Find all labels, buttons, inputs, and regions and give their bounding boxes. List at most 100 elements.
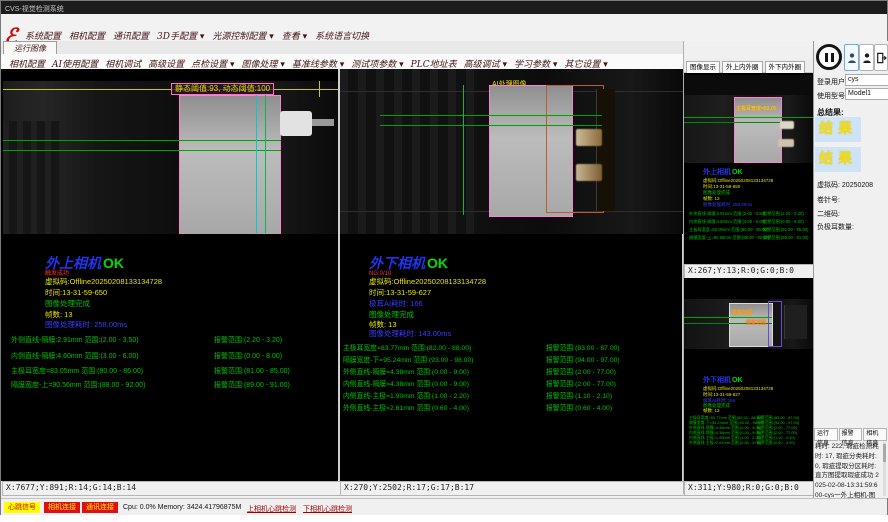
- left-camera-pixel-status: X:7677;Y:891;R:14;G:14;B:14: [2, 481, 341, 496]
- mini-measurement: 内侧直线-隔膜:4.60mm 范围:(3.00 - 6.00): [689, 220, 765, 224]
- process-done-label: 图像处理完成: [369, 311, 414, 319]
- virtual-code-label: 虚拟码: 20250208: [817, 180, 873, 190]
- camera-link-badge: 相机连接: [44, 502, 80, 513]
- measurement-text: 隔膜宽度-上=90.56mm 范围:(88.00 - 92.00): [11, 382, 145, 389]
- measurement-text: 主极耳宽度=83.77mm 范围:(82.00 - 88.00): [343, 346, 471, 353]
- cpu-memory-readout: Cpu: 0.0% Memory: 3424.41796875M: [123, 504, 241, 511]
- login-user-label: 登录用户:: [817, 77, 847, 87]
- measurement-text: 主极耳宽度=83.05mm 范围:(80.00 - 86.00): [11, 368, 143, 375]
- log-scrollbar-thumb[interactable]: [883, 444, 886, 462]
- machine-background: [684, 75, 813, 95]
- ai-time: 极耳AI耗时: 166: [369, 300, 423, 308]
- exit-door-icon: [876, 52, 887, 64]
- measurement-text: 内侧直线-隔膜=4.38mm 范围:(0.00 - 9.00): [343, 382, 469, 389]
- needle-number-label: 卷针号:: [817, 195, 840, 205]
- measurement-alarm: 报警范围:(83.00 - 87.00): [546, 346, 620, 353]
- process-time: 图像处理耗时: 143.00ms: [369, 330, 451, 338]
- measurement-text: 外侧直线-主极=2.61mm 范围:(0.60 - 4.00): [343, 406, 469, 413]
- machine-background: [340, 69, 480, 234]
- baseline: [684, 317, 772, 318]
- lower-camera-heartbeat-link[interactable]: 下相机心跳检测: [303, 504, 352, 514]
- status-bar: 心跳信号 相机连接 通讯连接 Cpu: 0.0% Memory: 3424.41…: [1, 498, 887, 515]
- mini-barcode: 虚拟码:Offline20250208133134728: [703, 179, 773, 184]
- capture-time: 时间:13-31-59-627: [369, 289, 431, 297]
- virtual-barcode: 虚拟码:Offline20250208133134728: [369, 278, 486, 286]
- tab-run-info[interactable]: 运行信息: [814, 428, 838, 441]
- measurement-alarm: 报警范围:(0.60 - 4.00): [546, 406, 612, 413]
- detect-roi-purple: [768, 301, 782, 347]
- measurement-alarm: 报警范围:(2.20 - 3.20): [214, 337, 282, 344]
- tab-run-image[interactable]: 运行图像: [3, 41, 57, 55]
- small-view-top-image[interactable]: 主极耳宽度=83.05: [684, 75, 813, 163]
- small-bottom-pixel-status: X:311;Y:980;R:0;G:0;B:0: [684, 481, 816, 496]
- camera-title: 外上相机OK: [45, 256, 124, 271]
- baseline-upper: [3, 140, 281, 141]
- measurement-text: 外侧直线-隔膜=4.38mm 范围:(0.00 - 9.00): [343, 370, 469, 377]
- result-ok-label: OK: [103, 255, 124, 271]
- result-box-upper: 结果: [815, 117, 861, 142]
- mini-measurement: 外侧直线-隔膜:2.91mm 范围:(2.00 - 3.50): [689, 212, 765, 216]
- gripper-arm: [312, 119, 334, 126]
- dark-component: [596, 89, 615, 211]
- measurement-text: 外侧直线-隔膜:2.91mm 范围:(2.00 - 3.50): [11, 337, 139, 344]
- camera-name: 外上相机: [45, 256, 101, 272]
- mini-measurement: 隔膜宽度-上=90.56mm 范围:(88.00 - 92.00): [689, 236, 769, 240]
- baseline-lower: [380, 125, 602, 126]
- mini-frames: 帧数: 13: [703, 197, 720, 202]
- mini-alarm-label: 报警范围: [732, 311, 752, 316]
- pause-button[interactable]: [816, 44, 842, 70]
- user-manage-button[interactable]: [859, 44, 874, 71]
- mini-measurement: 主极耳宽度=83.05mm 范围:(80.00 - 86.00): [689, 228, 768, 232]
- process-done-label: 图像处理完成: [45, 300, 90, 308]
- menu-bar: ℰ 系统配置 相机配置 通讯配置 3D手配置 ▾ 光源控制配置 ▾ 查看 ▾ 系…: [1, 14, 887, 42]
- upper-outer-camera-image[interactable]: 静态阈值:93, 动态阈值:100: [3, 81, 338, 234]
- login-user-icon: [847, 52, 857, 64]
- baseline: [684, 117, 813, 118]
- mini-frames: 帧数: 13: [703, 409, 720, 414]
- baseline-lower: [3, 150, 281, 151]
- edge-detect-line: [256, 95, 257, 233]
- virtual-barcode: 虚拟码:Offline20250208133134728: [45, 278, 162, 286]
- measurement-alarm: 报警范围:(0.00 - 8.00): [214, 353, 282, 360]
- login-user-button[interactable]: [844, 44, 859, 71]
- exit-button[interactable]: [874, 44, 888, 71]
- log-scrollbar[interactable]: [883, 442, 886, 496]
- small-view-tabs: 图像显示 外上内外圈 外下内外圈: [684, 59, 813, 73]
- measurement-alarm: 报警范围:(2.00 - 77.00): [546, 370, 616, 377]
- mini-alarm-label: 报警范围: [746, 321, 766, 326]
- camera-name: 外下相机: [369, 256, 425, 272]
- middle-camera-pixel-status: X:270;Y:2502;R:17;G:17;B:17: [340, 481, 686, 496]
- result-ok-label: OK: [427, 255, 448, 271]
- mini-measurement: 外侧直线-主极=2.61mm 范围:(0.60 - 4.00): [689, 441, 761, 445]
- mini-barcode: 虚拟码:Offline20250208133134728: [703, 387, 773, 392]
- measurement-alarm: 报警范围:(81.00 - 85.00): [214, 368, 290, 375]
- small-view-bottom-image[interactable]: 报警范围 报警范围: [684, 299, 813, 349]
- capture-time: 时间:13-31-59-650: [45, 289, 107, 297]
- upper-camera-heartbeat-link[interactable]: 上相机心跳检测: [247, 504, 296, 514]
- measurement-alarm: 报警范围:(2.00 - 77.00): [546, 382, 616, 389]
- edge-detect-line: [463, 85, 464, 215]
- tab-camera-info[interactable]: 相机信息: [863, 428, 887, 441]
- tab-alarm-info[interactable]: 报警信息: [839, 428, 863, 441]
- measurement-text: 内侧直线-主极=1.90mm 范围:(1.00 - 2.20): [343, 394, 469, 401]
- yellow-reference-line-vertical: [319, 81, 320, 97]
- mini-proc-time: 图像处理耗时: 258.00ms: [703, 203, 752, 208]
- model-field[interactable]: Model1: [845, 88, 888, 100]
- mini-measurement: 报警范围:(89.00 - 91.00): [763, 236, 808, 240]
- lower-outer-camera-image[interactable]: AI处理图像: [340, 69, 683, 234]
- application-root: CVS-视觉检测系统 ℰ 系统配置 相机配置 通讯配置 3D手配置 ▾ 光源控制…: [0, 0, 888, 522]
- process-time: 图像处理耗时: 258.00ms: [45, 321, 127, 329]
- tab-highlight: [576, 129, 602, 146]
- gripper-object: [280, 111, 312, 136]
- bright-spot: [780, 121, 794, 129]
- login-user-field[interactable]: cys: [845, 74, 888, 86]
- mini-measurement: 报警范围:(0.60 - 4.00): [757, 441, 795, 445]
- mini-measurement: 报警范围:(0.00 - 8.00): [763, 220, 804, 224]
- window-titlebar[interactable]: CVS-视觉检测系统: [1, 1, 887, 14]
- measurement-text: 隔膜宽度-下=95.24mm 范围:(93.00 - 98.00): [343, 358, 474, 365]
- measurement-text: 内侧直线-隔膜:4.60mm 范围:(3.00 - 6.00): [11, 353, 139, 360]
- small-top-pixel-status: X:267;Y:13;R:0;G:0;B:0: [684, 264, 816, 279]
- qr-code-label: 二维码:: [817, 209, 840, 219]
- mini-camera-title: 外上相机OK: [703, 169, 743, 176]
- heartbeat-badge: 心跳信号: [4, 502, 40, 513]
